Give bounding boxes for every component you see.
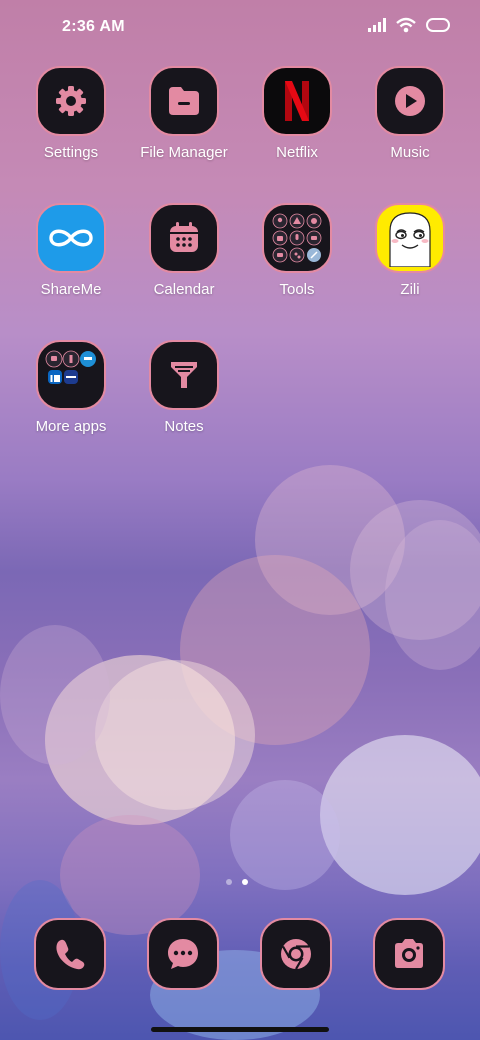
phone-icon — [34, 918, 106, 990]
tools-folder-icon — [262, 203, 332, 273]
app-netflix[interactable]: Netflix — [247, 66, 347, 161]
gear-icon — [36, 66, 106, 136]
app-label: Settings — [43, 144, 99, 161]
app-label: File Manager — [140, 144, 228, 161]
bokeh-decoration — [95, 660, 255, 810]
home-gesture-bar[interactable] — [151, 1027, 329, 1032]
page-dot-active[interactable] — [242, 879, 248, 885]
calendar-icon — [149, 203, 219, 273]
notes-icon — [149, 340, 219, 410]
status-icons — [368, 17, 450, 38]
bokeh-decoration — [385, 520, 480, 670]
message-icon — [147, 918, 219, 990]
infinity-icon — [36, 203, 106, 273]
app-notes[interactable]: Notes — [134, 340, 234, 435]
play-circle-icon — [375, 66, 445, 136]
app-calendar[interactable]: Calendar — [134, 203, 234, 298]
bokeh-decoration — [180, 555, 370, 745]
bokeh-decoration — [0, 625, 110, 765]
dock-chrome[interactable] — [246, 918, 346, 990]
status-bar: 2:36 AM — [0, 0, 480, 56]
page-dot[interactable] — [226, 879, 232, 885]
app-label: Netflix — [276, 144, 318, 161]
signal-icon — [368, 18, 386, 37]
bokeh-decoration — [320, 735, 480, 895]
page-indicator[interactable] — [226, 879, 248, 885]
folder-icon — [149, 66, 219, 136]
app-settings[interactable]: Settings — [21, 66, 121, 161]
bokeh-decoration — [255, 465, 405, 615]
bokeh-decoration — [60, 815, 200, 935]
app-label: More apps — [35, 418, 107, 435]
bokeh-decoration — [45, 655, 235, 825]
chrome-icon — [260, 918, 332, 990]
battery-icon — [426, 18, 450, 37]
zili-face-icon — [375, 203, 445, 273]
bokeh-decoration — [350, 500, 480, 640]
dock-camera[interactable] — [359, 918, 459, 990]
app-tools[interactable]: Tools — [247, 203, 347, 298]
app-zili[interactable]: Zili — [360, 203, 460, 298]
status-time: 2:36 AM — [62, 18, 125, 35]
apps-folder-icon — [36, 340, 106, 410]
app-shareme[interactable]: ShareMe — [21, 203, 121, 298]
app-label: Zili — [400, 281, 420, 298]
camera-icon — [373, 918, 445, 990]
app-more-apps[interactable]: More apps — [21, 340, 121, 435]
app-file-manager[interactable]: File Manager — [134, 66, 234, 161]
app-label: Notes — [164, 418, 204, 435]
app-label: Calendar — [153, 281, 215, 298]
dock-messages[interactable] — [133, 918, 233, 990]
app-label: Tools — [279, 281, 315, 298]
app-music[interactable]: Music — [360, 66, 460, 161]
app-label: ShareMe — [40, 281, 102, 298]
bokeh-decoration — [230, 780, 340, 890]
netflix-logo-icon — [262, 66, 332, 136]
app-label: Music — [390, 144, 430, 161]
dock-phone[interactable] — [20, 918, 120, 990]
wifi-icon — [396, 17, 416, 38]
